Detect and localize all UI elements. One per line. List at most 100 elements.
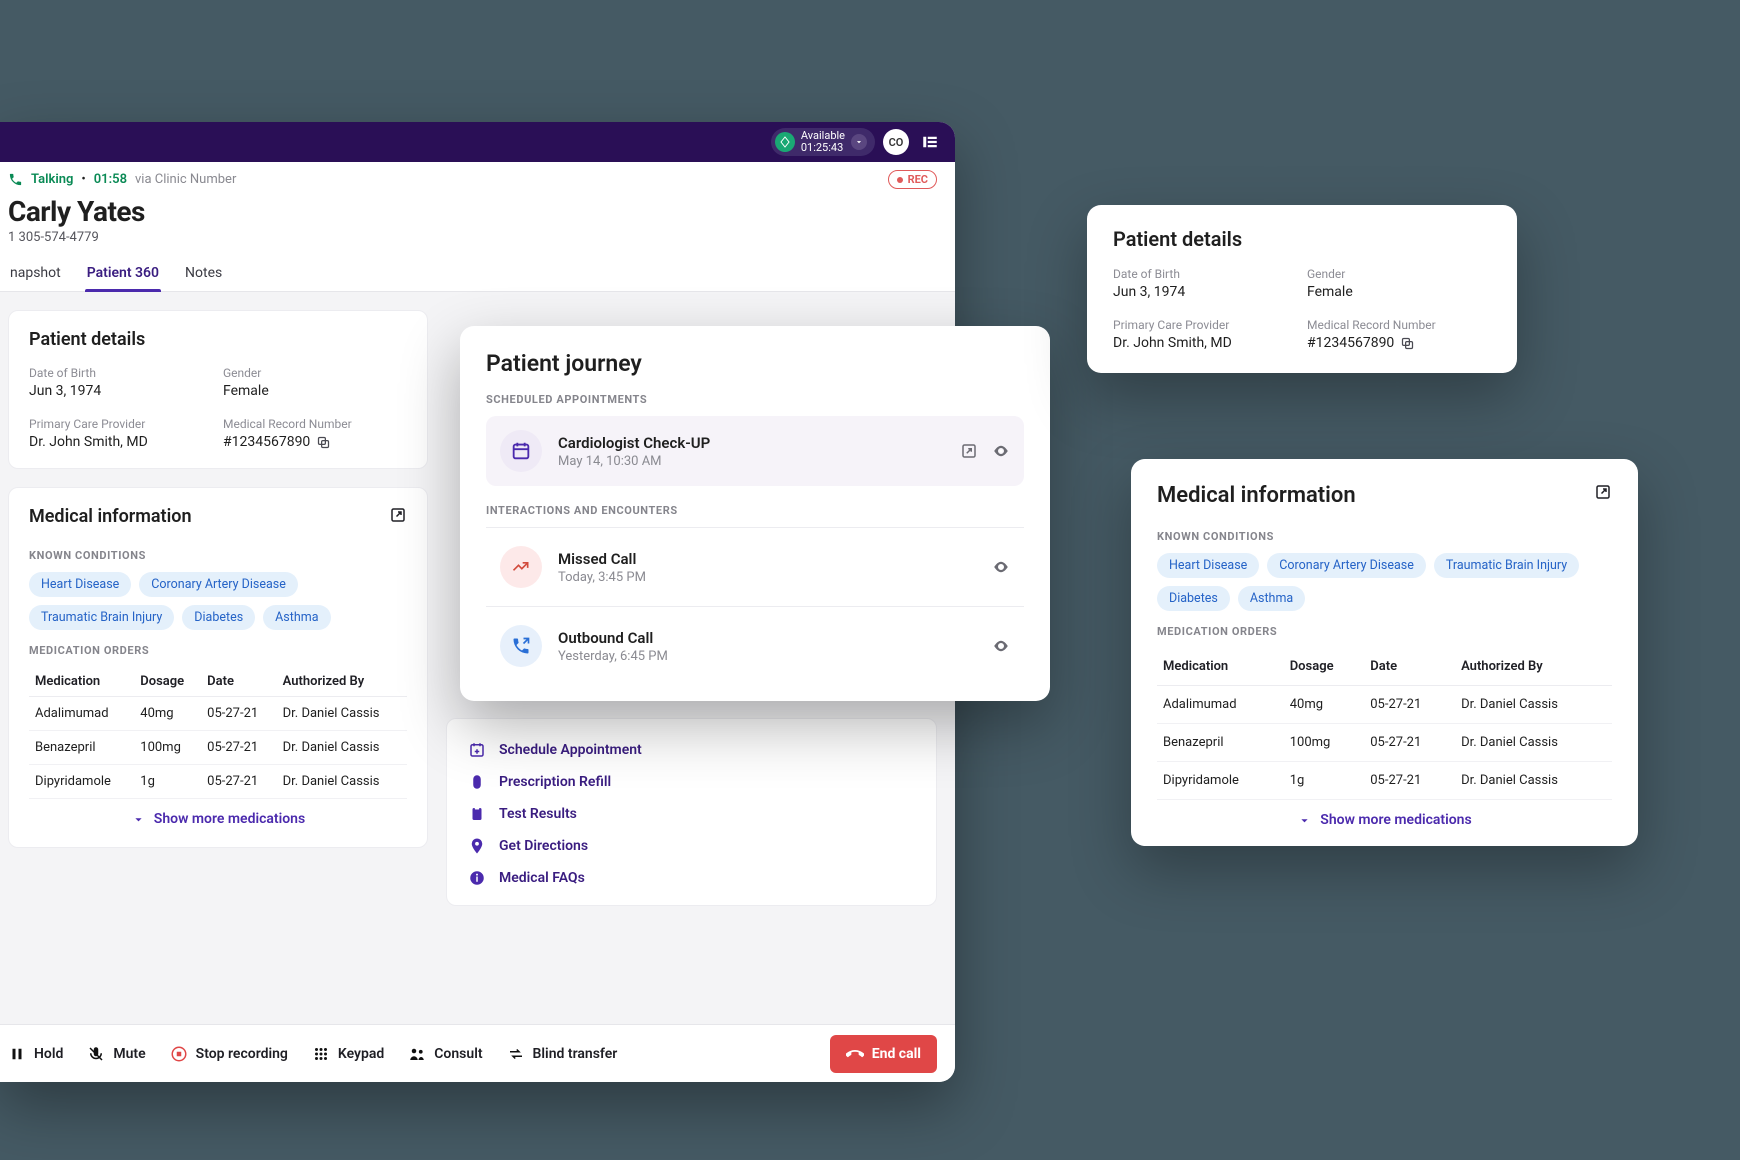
card-title: Patient details — [29, 329, 407, 350]
calendar-add-icon — [467, 741, 487, 759]
scheduled-appointments-label: SCHEDULED APPOINTMENTS — [486, 393, 1024, 406]
info-icon — [467, 869, 487, 887]
condition-chip[interactable]: Asthma — [263, 605, 330, 630]
condition-chip[interactable]: Asthma — [1238, 586, 1305, 611]
dob-label: Date of Birth — [1113, 267, 1297, 281]
call-status-strip: Talking • 01:58 via Clinic Number REC — [0, 162, 955, 193]
show-more-medications[interactable]: Show more medications — [29, 799, 407, 829]
quick-action-tests[interactable]: Test Results — [467, 805, 916, 823]
call-duration: 01:58 — [94, 172, 127, 187]
tab-patient-360[interactable]: Patient 360 — [85, 259, 161, 291]
hold-button[interactable]: Hold — [8, 1045, 63, 1063]
appointment-row[interactable]: Cardiologist Check-UP May 14, 10:30 AM — [486, 416, 1024, 486]
col-date: Date — [201, 667, 276, 697]
card-quick-actions: Schedule Appointment Prescription Refill… — [446, 718, 937, 906]
condition-chip[interactable]: Coronary Artery Disease — [1267, 553, 1426, 578]
pcp-label: Primary Care Provider — [1113, 318, 1297, 332]
eye-icon[interactable] — [992, 637, 1010, 655]
consult-button[interactable]: Consult — [408, 1045, 482, 1063]
end-call-button[interactable]: End call — [830, 1035, 937, 1073]
col-authorized-by: Authorized By — [277, 667, 407, 697]
popout-patient-details: Patient details Date of Birth Jun 3, 197… — [1087, 205, 1517, 373]
condition-chip[interactable]: Traumatic Brain Injury — [1434, 553, 1579, 578]
interactions-label: INTERACTIONS AND ENCOUNTERS — [486, 504, 1024, 517]
table-row: Adalimumad 40mg 05-27-21 Dr. Daniel Cass… — [29, 697, 407, 731]
tab-snapshot[interactable]: napshot — [8, 259, 63, 291]
copy-icon[interactable] — [1400, 336, 1415, 351]
mrn-label: Medical Record Number — [223, 417, 407, 431]
condition-chip[interactable]: Heart Disease — [29, 572, 131, 597]
quick-action-directions[interactable]: Get Directions — [467, 837, 916, 855]
quick-action-faqs[interactable]: Medical FAQs — [467, 869, 916, 887]
availability-pill[interactable]: Available 01:25:43 — [771, 128, 875, 156]
interaction-outbound-call[interactable]: Outbound Call Yesterday, 6:45 PM — [486, 611, 1024, 681]
condition-chip[interactable]: Coronary Artery Disease — [139, 572, 298, 597]
tab-notes[interactable]: Notes — [183, 259, 224, 291]
user-avatar[interactable]: CO — [883, 129, 909, 155]
gender-value: Female — [1307, 284, 1491, 300]
col-date: Date — [1364, 648, 1455, 686]
table-row: Benazepril 100mg 05-27-21 Dr. Daniel Cas… — [29, 731, 407, 765]
open-icon[interactable] — [960, 442, 978, 460]
missed-call-icon — [500, 546, 542, 588]
card-title: Medical information — [1157, 483, 1356, 508]
condition-chip[interactable]: Diabetes — [1157, 586, 1230, 611]
col-dosage: Dosage — [134, 667, 201, 697]
condition-chips: Heart Disease Coronary Artery Disease Tr… — [29, 572, 407, 630]
table-row: Dipyridamole 1g 05-27-21 Dr. Daniel Cass… — [1157, 762, 1612, 800]
appointment-time: May 14, 10:30 AM — [558, 454, 944, 469]
table-row: Adalimumad 40mg 05-27-21 Dr. Daniel Cass… — [1157, 686, 1612, 724]
interaction-missed-call[interactable]: Missed Call Today, 3:45 PM — [486, 532, 1024, 602]
appointment-title: Cardiologist Check-UP — [558, 434, 944, 452]
popout-icon[interactable] — [1594, 483, 1612, 501]
patient-header: Carly Yates 1 305-574-4779 — [0, 193, 955, 255]
popout-icon[interactable] — [389, 506, 407, 524]
eye-icon[interactable] — [992, 442, 1010, 460]
phone-hangup-icon — [846, 1045, 864, 1063]
interaction-title: Missed Call — [558, 550, 976, 568]
call-control-bar: Hold Mute Stop recording Keypad Consult — [0, 1024, 955, 1082]
clipboard-icon — [467, 805, 487, 823]
known-conditions-label: KNOWN CONDITIONS — [1157, 530, 1612, 543]
patient-name: Carly Yates — [8, 195, 937, 228]
medication-orders-label: MEDICATION ORDERS — [1157, 625, 1612, 638]
gender-label: Gender — [1307, 267, 1491, 281]
stop-recording-button[interactable]: Stop recording — [170, 1045, 288, 1063]
card-title: Medical information — [29, 506, 192, 527]
show-more-medications[interactable]: Show more medications — [1157, 800, 1612, 830]
quick-action-refill[interactable]: Prescription Refill — [467, 773, 916, 791]
mrn-value: #1234567890 — [223, 434, 310, 450]
condition-chip[interactable]: Traumatic Brain Injury — [29, 605, 174, 630]
card-patient-details: Patient details Date of Birth Jun 3, 197… — [8, 310, 428, 469]
keypad-button[interactable]: Keypad — [312, 1045, 384, 1063]
availability-status-icon — [775, 132, 795, 152]
outbound-call-icon — [500, 625, 542, 667]
copy-icon[interactable] — [316, 435, 331, 450]
chevron-down-icon — [1297, 813, 1312, 828]
mrn-label: Medical Record Number — [1307, 318, 1491, 332]
gender-value: Female — [223, 383, 407, 399]
chevron-down-icon[interactable] — [851, 134, 867, 150]
eye-icon[interactable] — [992, 558, 1010, 576]
phone-talking-icon — [8, 172, 23, 187]
mute-icon — [87, 1045, 105, 1063]
card-medical-info: Medical information KNOWN CONDITIONS Hea… — [8, 487, 428, 848]
condition-chip[interactable]: Heart Disease — [1157, 553, 1259, 578]
blind-transfer-button[interactable]: Blind transfer — [507, 1045, 618, 1063]
panel-toggle-icon[interactable] — [917, 129, 943, 155]
calendar-icon — [500, 430, 542, 472]
card-title: Patient journey — [486, 350, 1024, 377]
availability-timer: 01:25:43 — [801, 142, 845, 154]
chevron-down-icon — [131, 812, 146, 827]
col-medication: Medication — [29, 667, 134, 697]
pcp-label: Primary Care Provider — [29, 417, 213, 431]
mute-button[interactable]: Mute — [87, 1045, 145, 1063]
record-dot-icon — [897, 177, 903, 183]
quick-action-schedule[interactable]: Schedule Appointment — [467, 741, 916, 759]
location-pin-icon — [467, 837, 487, 855]
pill-icon — [467, 773, 487, 791]
card-patient-journey: Patient journey SCHEDULED APPOINTMENTS C… — [460, 326, 1050, 701]
col-authorized-by: Authorized By — [1455, 648, 1612, 686]
condition-chip[interactable]: Diabetes — [182, 605, 255, 630]
dob-label: Date of Birth — [29, 366, 213, 380]
